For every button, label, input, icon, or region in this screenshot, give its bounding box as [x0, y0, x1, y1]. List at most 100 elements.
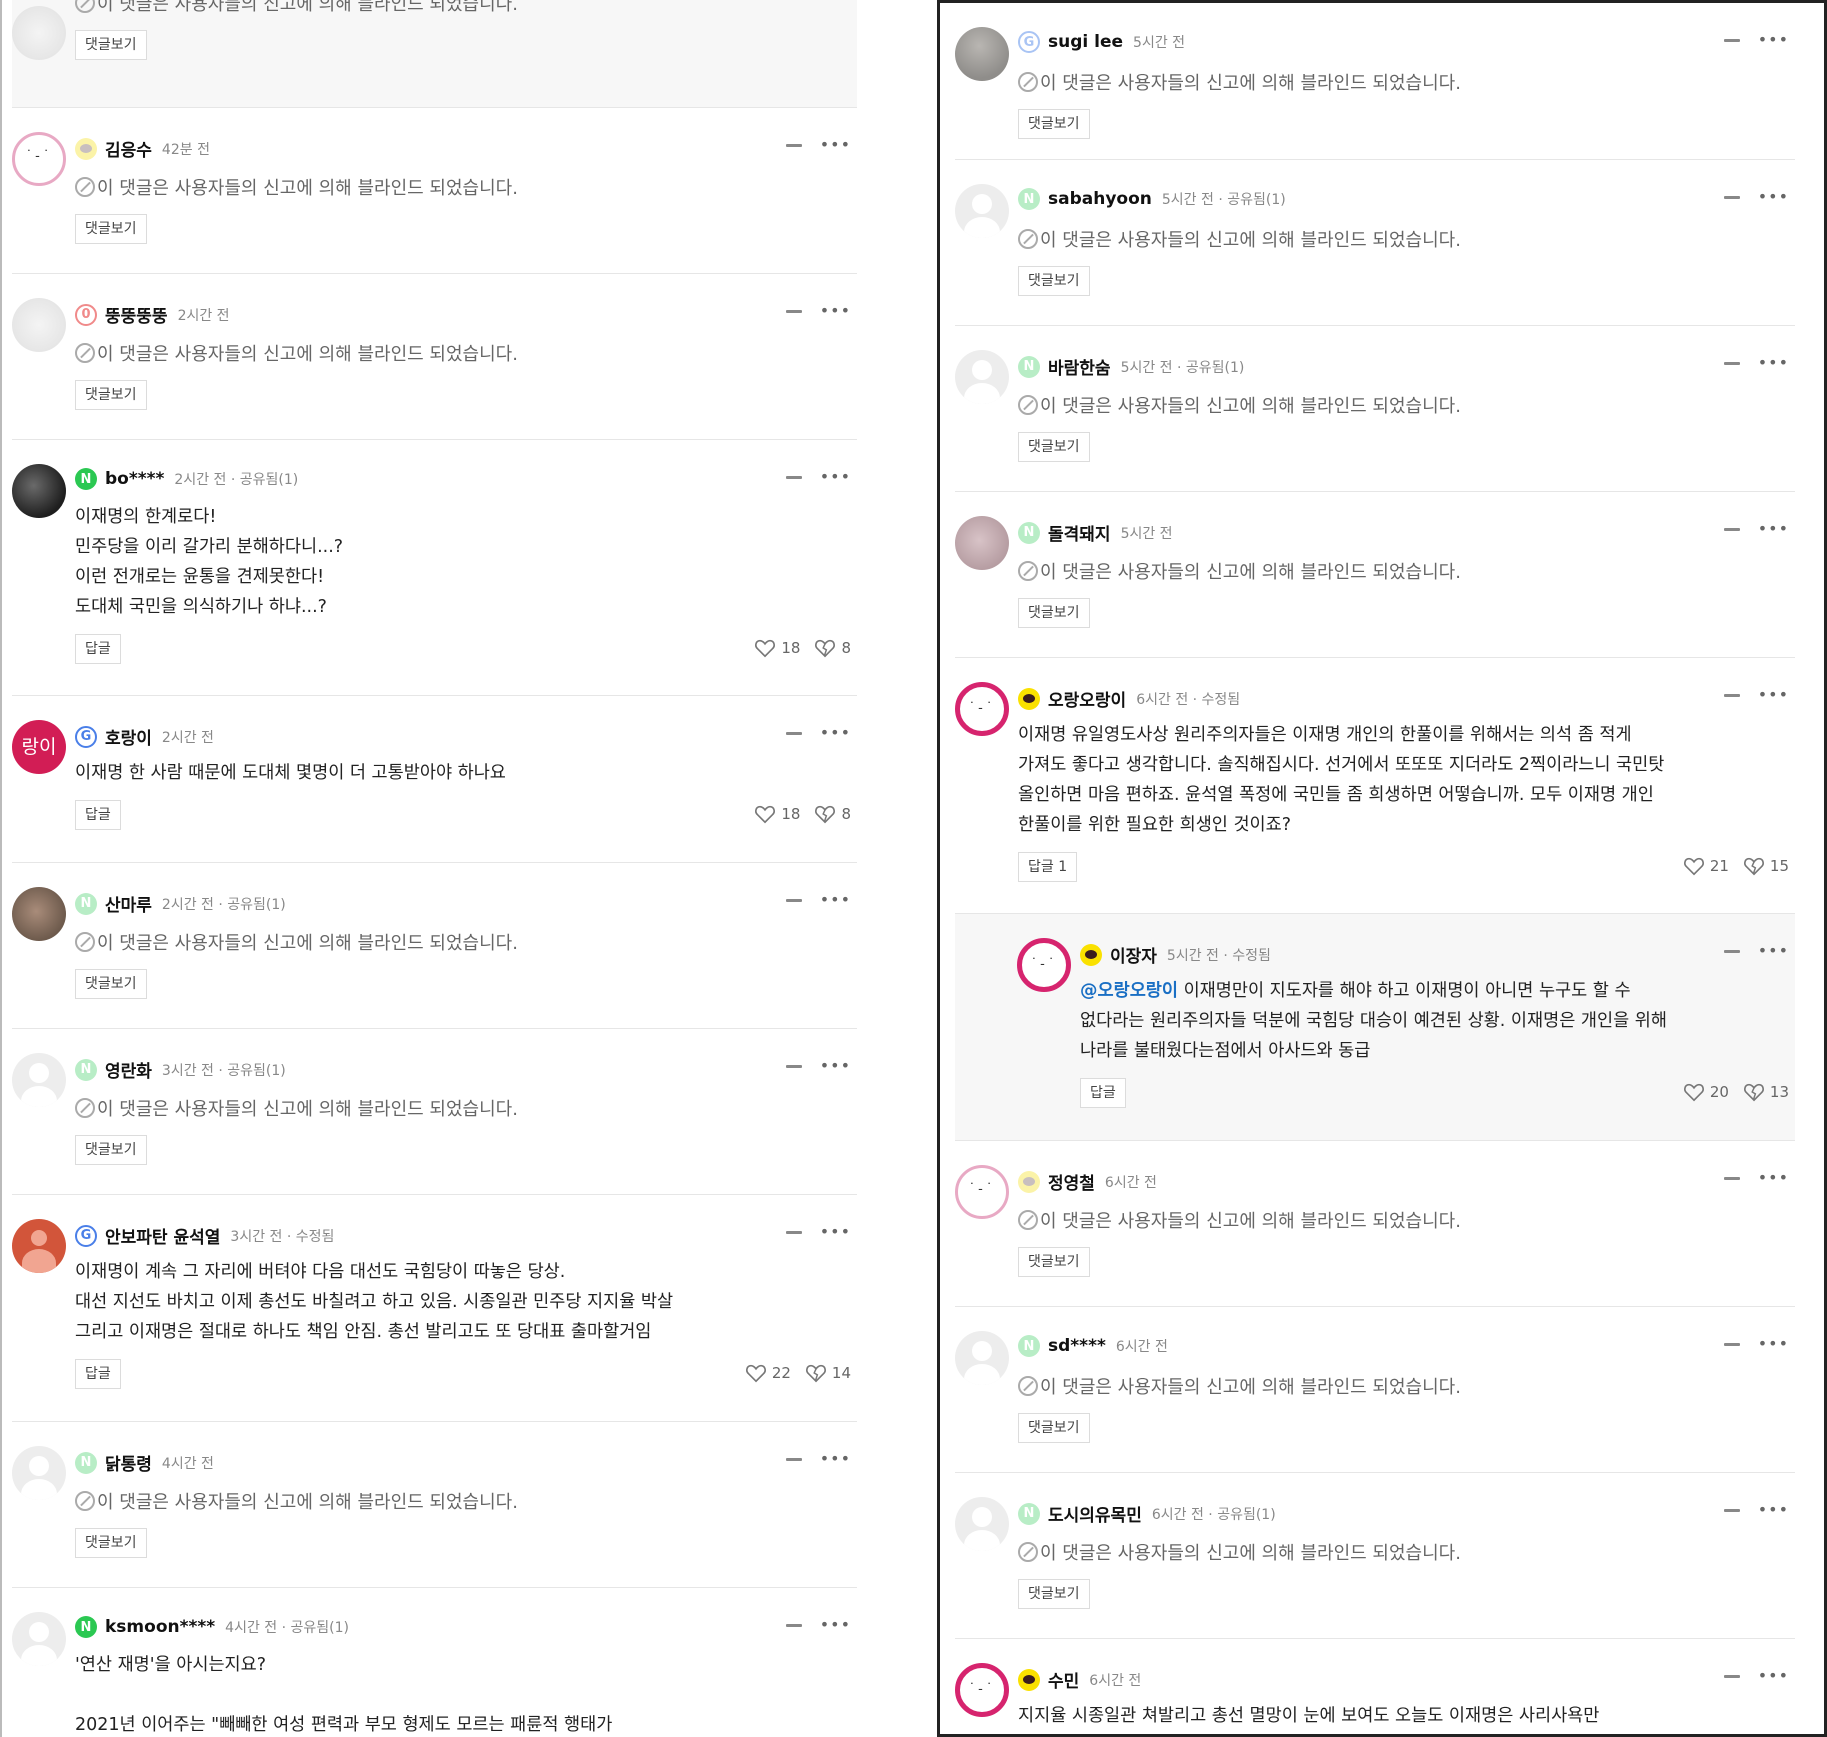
username[interactable]: sugi lee: [1048, 32, 1123, 52]
collapse-icon[interactable]: [785, 731, 802, 735]
avatar[interactable]: ˙-˙: [955, 1663, 1009, 1717]
username[interactable]: 수민: [1048, 1667, 1079, 1692]
collapse-icon[interactable]: [1723, 361, 1740, 365]
like-icon[interactable]: [754, 638, 776, 658]
view-replies-button[interactable]: 댓글보기: [75, 969, 147, 999]
like-icon[interactable]: [745, 1363, 767, 1383]
username[interactable]: 호랑이: [105, 724, 152, 749]
more-options-icon[interactable]: •••: [820, 1058, 851, 1074]
more-options-icon[interactable]: •••: [820, 892, 851, 908]
username[interactable]: 뚱뚱뚱뚱: [105, 302, 168, 327]
more-options-icon[interactable]: •••: [1758, 1336, 1789, 1352]
view-replies-button[interactable]: 댓글보기: [75, 214, 147, 244]
view-replies-button[interactable]: 댓글보기: [1018, 1247, 1090, 1277]
avatar[interactable]: [955, 1331, 1009, 1385]
avatar[interactable]: [12, 6, 66, 60]
view-replies-button[interactable]: 댓글보기: [1018, 1413, 1090, 1443]
view-replies-button[interactable]: 댓글보기: [75, 1135, 147, 1165]
avatar[interactable]: [955, 350, 1009, 404]
mention-link[interactable]: @오랑오랑이: [1080, 981, 1178, 1001]
collapse-icon[interactable]: [1723, 1342, 1740, 1346]
collapse-icon[interactable]: [785, 1064, 802, 1068]
more-options-icon[interactable]: •••: [1758, 521, 1789, 537]
avatar[interactable]: [955, 516, 1009, 570]
collapse-icon[interactable]: [1723, 195, 1740, 199]
reply-button[interactable]: 답글: [75, 800, 121, 830]
username[interactable]: sabahyoon: [1048, 189, 1152, 209]
collapse-icon[interactable]: [1723, 693, 1740, 697]
dislike-icon[interactable]: [805, 1363, 827, 1383]
dislike-icon[interactable]: [1743, 1082, 1765, 1102]
avatar[interactable]: [12, 464, 66, 518]
collapse-icon[interactable]: [1723, 949, 1740, 953]
view-replies-button[interactable]: 댓글보기: [75, 30, 147, 60]
collapse-icon[interactable]: [1723, 527, 1740, 531]
username[interactable]: sd****: [1048, 1336, 1106, 1356]
view-replies-button[interactable]: 댓글보기: [1018, 598, 1090, 628]
avatar[interactable]: ˙-˙: [12, 132, 66, 186]
collapse-icon[interactable]: [1723, 38, 1740, 42]
username[interactable]: 김응수: [105, 136, 152, 161]
collapse-icon[interactable]: [1723, 1674, 1740, 1678]
username[interactable]: 정영철: [1048, 1169, 1095, 1194]
collapse-icon[interactable]: [785, 143, 802, 147]
more-options-icon[interactable]: •••: [820, 1617, 851, 1633]
avatar[interactable]: [12, 298, 66, 352]
avatar[interactable]: [12, 1446, 66, 1500]
more-options-icon[interactable]: •••: [1758, 1170, 1789, 1186]
username[interactable]: 안보파탄 윤석열: [105, 1223, 220, 1248]
view-replies-button[interactable]: 댓글보기: [1018, 266, 1090, 296]
like-icon[interactable]: [1683, 856, 1705, 876]
more-options-icon[interactable]: •••: [820, 469, 851, 485]
reply-button[interactable]: 답글: [75, 1359, 121, 1389]
more-options-icon[interactable]: •••: [1758, 355, 1789, 371]
dislike-icon[interactable]: [814, 804, 836, 824]
avatar[interactable]: 랑이: [12, 720, 66, 774]
username[interactable]: 이장자: [1110, 942, 1157, 967]
username[interactable]: 돌격돼지: [1048, 520, 1111, 545]
view-replies-button[interactable]: 댓글보기: [75, 1528, 147, 1558]
username[interactable]: ksmoon****: [105, 1617, 215, 1637]
more-options-icon[interactable]: •••: [820, 1224, 851, 1240]
avatar[interactable]: [12, 1053, 66, 1107]
reply-button[interactable]: 답글: [1080, 1078, 1126, 1108]
reply-button[interactable]: 답글 1: [1018, 852, 1078, 882]
avatar[interactable]: ˙-˙: [955, 682, 1009, 736]
dislike-icon[interactable]: [814, 638, 836, 658]
view-replies-button[interactable]: 댓글보기: [1018, 1579, 1090, 1609]
more-options-icon[interactable]: •••: [1758, 1502, 1789, 1518]
username[interactable]: 산마루: [105, 891, 152, 916]
collapse-icon[interactable]: [785, 1230, 802, 1234]
avatar[interactable]: [12, 1219, 66, 1273]
more-options-icon[interactable]: •••: [820, 725, 851, 741]
like-icon[interactable]: [1683, 1082, 1705, 1102]
more-options-icon[interactable]: •••: [820, 1451, 851, 1467]
more-options-icon[interactable]: •••: [820, 137, 851, 153]
avatar[interactable]: ˙-˙: [955, 1165, 1009, 1219]
dislike-icon[interactable]: [1743, 856, 1765, 876]
more-options-icon[interactable]: •••: [820, 303, 851, 319]
username[interactable]: 도시의유목민: [1048, 1501, 1142, 1526]
avatar[interactable]: [955, 27, 1009, 81]
more-options-icon[interactable]: •••: [1758, 943, 1789, 959]
avatar[interactable]: [955, 184, 1009, 238]
username[interactable]: 바람한숨: [1048, 354, 1111, 379]
view-replies-button[interactable]: 댓글보기: [75, 380, 147, 410]
more-options-icon[interactable]: •••: [1758, 687, 1789, 703]
avatar[interactable]: [12, 1612, 66, 1666]
username[interactable]: 영란화: [105, 1057, 152, 1082]
collapse-icon[interactable]: [785, 1457, 802, 1461]
reply-button[interactable]: 답글: [75, 634, 121, 664]
collapse-icon[interactable]: [1723, 1176, 1740, 1180]
more-options-icon[interactable]: •••: [1758, 1668, 1789, 1684]
collapse-icon[interactable]: [785, 475, 802, 479]
avatar[interactable]: [12, 887, 66, 941]
more-options-icon[interactable]: •••: [1758, 189, 1789, 205]
username[interactable]: bo****: [105, 469, 164, 489]
view-replies-button[interactable]: 댓글보기: [1018, 109, 1090, 139]
collapse-icon[interactable]: [785, 1623, 802, 1627]
more-options-icon[interactable]: •••: [1758, 32, 1789, 48]
collapse-icon[interactable]: [1723, 1508, 1740, 1512]
username[interactable]: 오랑오랑이: [1048, 686, 1126, 711]
username[interactable]: 닭통령: [105, 1450, 152, 1475]
